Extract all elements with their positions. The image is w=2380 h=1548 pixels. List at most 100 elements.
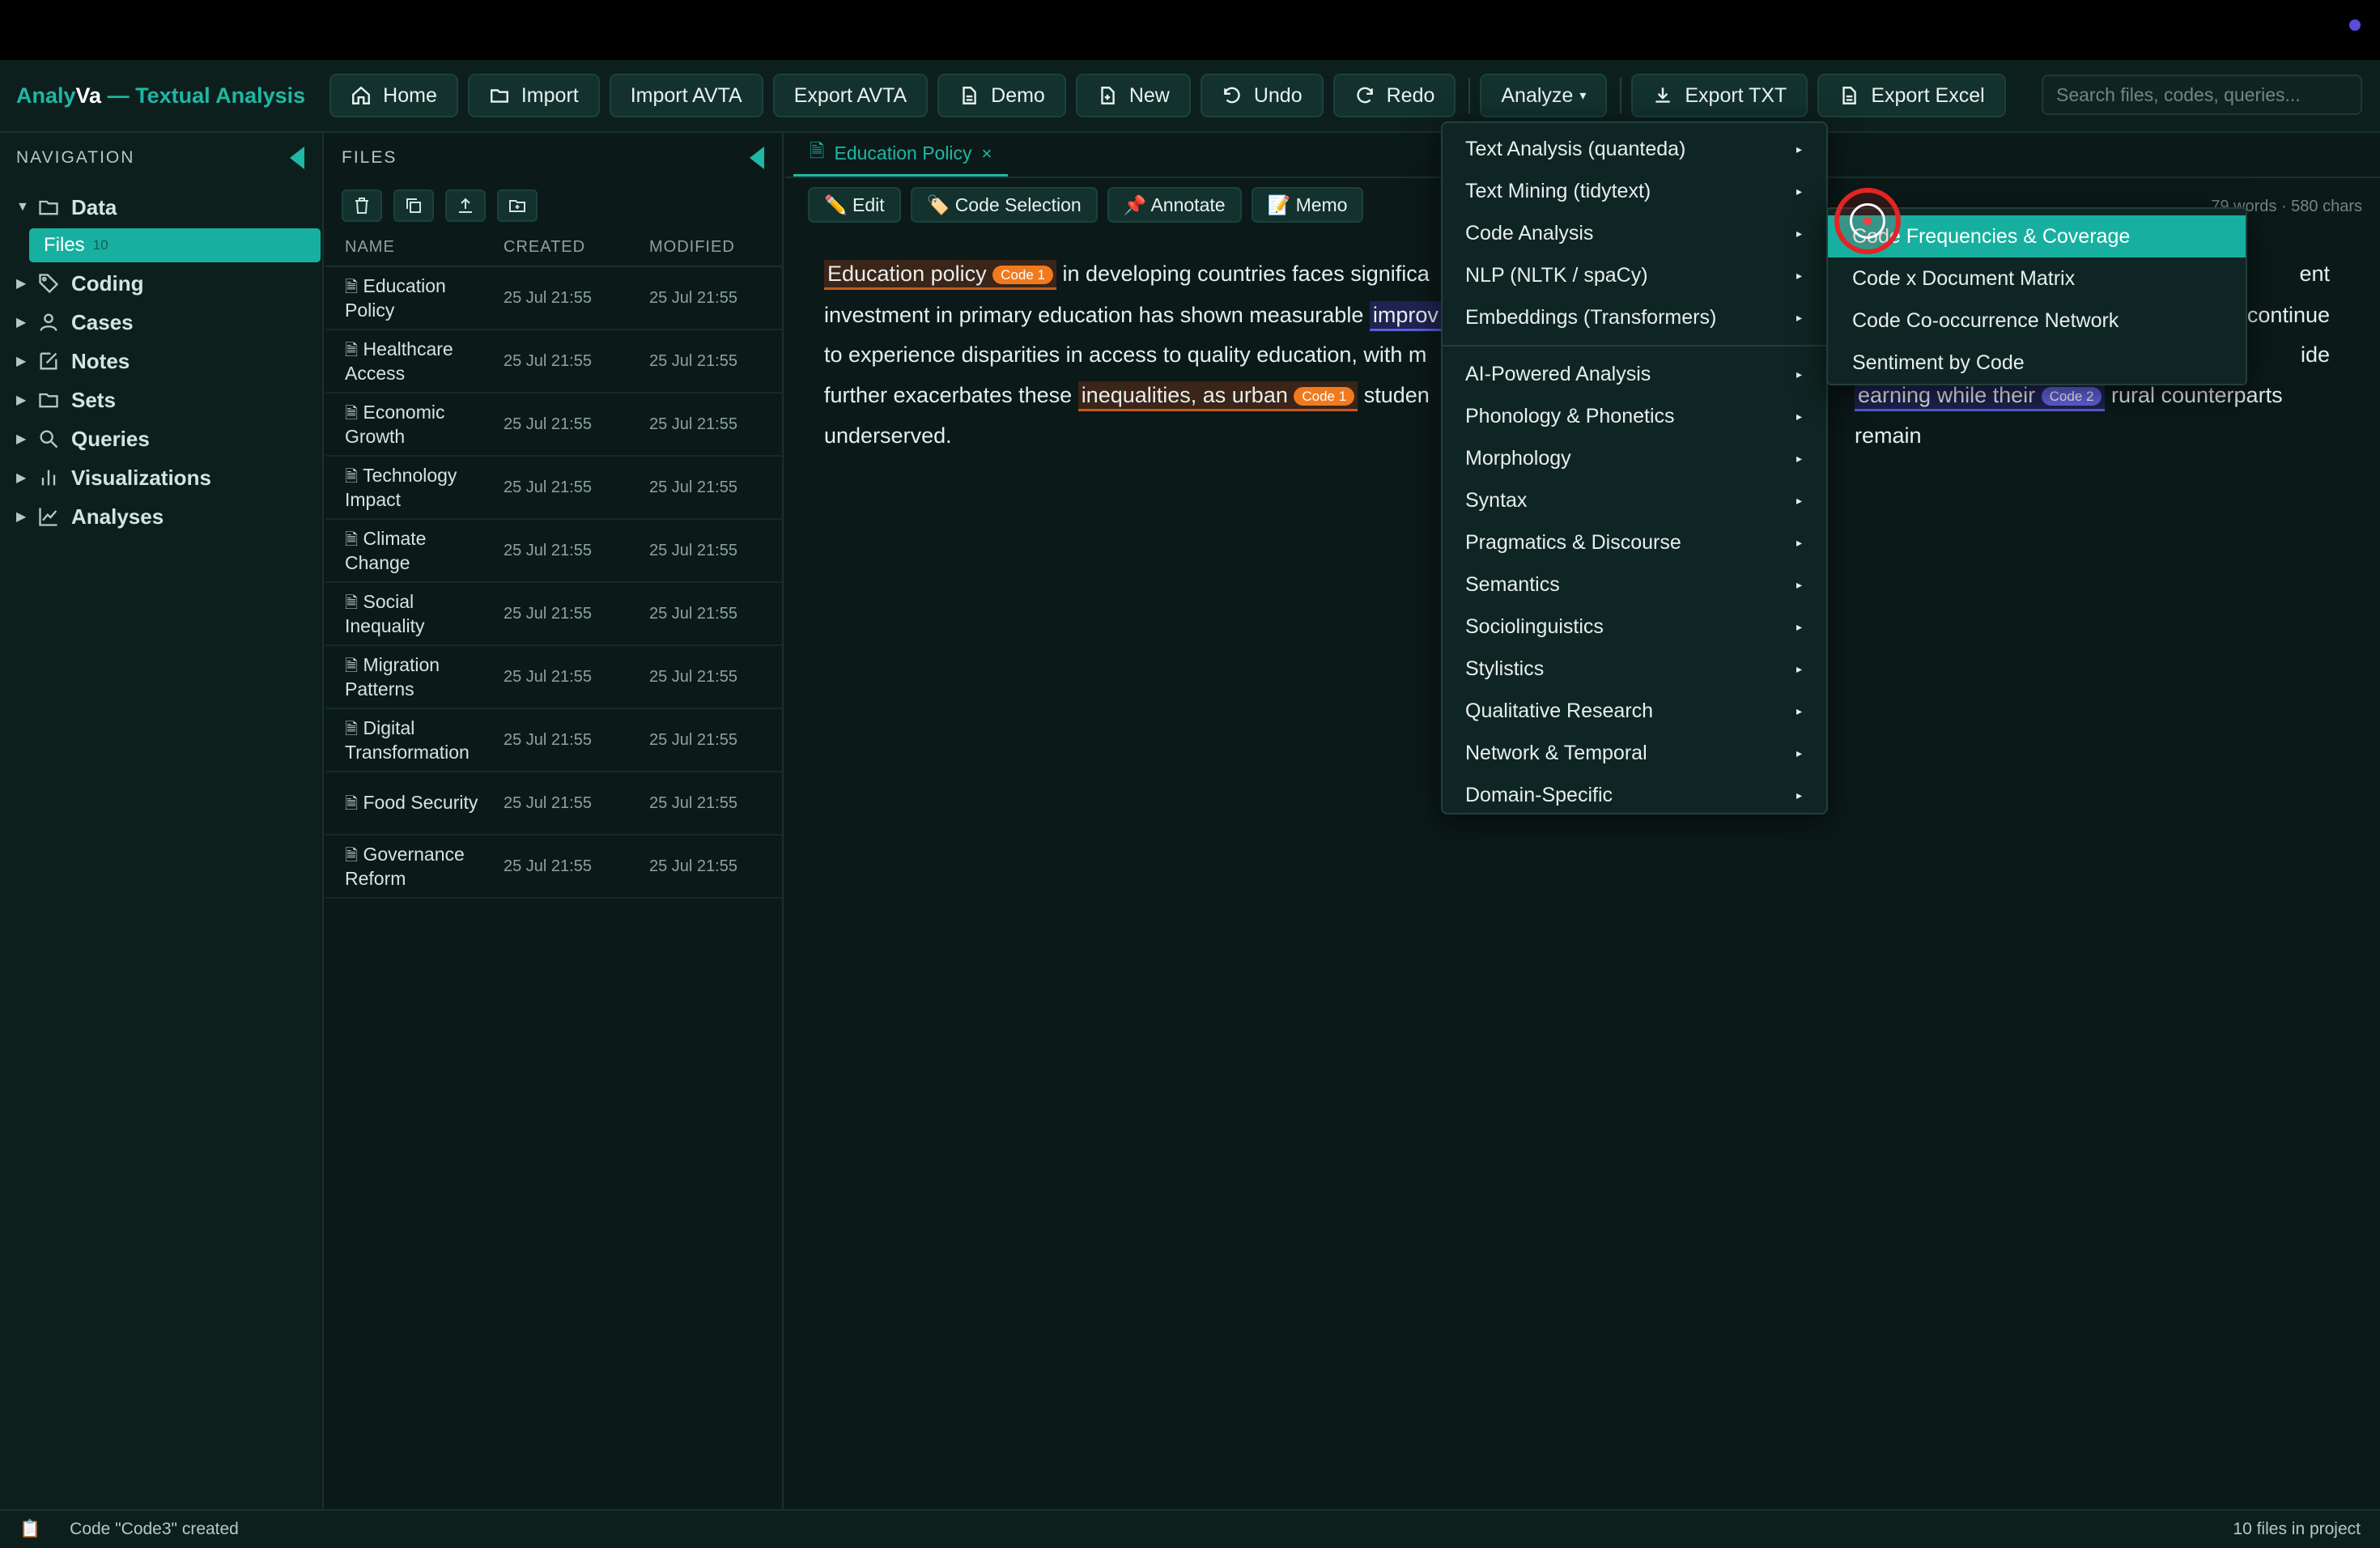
nav-item-notes[interactable]: ▶ Notes [0, 342, 322, 381]
submenu-arrow-icon: ▸ [1796, 226, 1802, 240]
submenu-item-sentiment-by-code[interactable]: Sentiment by Code [1828, 342, 2246, 384]
menu-item[interactable]: Phonology & Phonetics ▸ [1443, 395, 1826, 437]
file-count-status: 10 files in project [2233, 1520, 2361, 1538]
submenu-arrow-icon: ▸ [1796, 142, 1802, 155]
files-panel: FILES NAME CREATED MODIFIED 🗎 Education … [325, 133, 784, 1509]
menu-item[interactable]: Syntax ▸ [1443, 479, 1826, 521]
memo-button[interactable]: 📝 Memo [1251, 187, 1364, 223]
menu-item[interactable]: NLP (NLTK / spaCy) ▸ [1443, 254, 1826, 296]
coded-segment[interactable]: inequalities, as urban Code 1 [1077, 381, 1358, 411]
menu-item[interactable]: Sociolinguistics ▸ [1443, 606, 1826, 648]
nav-item-data[interactable]: ▼ Data [0, 188, 322, 227]
demo-button[interactable]: Demo [937, 74, 1066, 117]
table-row[interactable]: 🗎 Education Policy 25 Jul 21:55 25 Jul 21:… [325, 267, 782, 330]
table-row[interactable]: 🗎 Healthcare Access 25 Jul 21:55 25 Jul 21… [325, 330, 782, 393]
menu-item[interactable]: Domain-Specific ▸ [1443, 774, 1826, 816]
collapsed-arrow-icon[interactable]: ▶ [16, 353, 37, 369]
search-input[interactable]: Search files, codes, queries... [2042, 74, 2362, 115]
collapse-left-icon[interactable] [750, 147, 764, 169]
delete-file-button[interactable] [342, 189, 382, 222]
edit-button[interactable]: ✏️ Edit [808, 187, 901, 223]
nav-item-visualizations[interactable]: ▶ Visualizations [0, 458, 322, 497]
caret-down-icon: ▾ [1579, 89, 1587, 103]
table-row[interactable]: 🗎 Economic Growth 25 Jul 21:55 25 Jul 21:5… [325, 393, 782, 457]
menu-item[interactable]: Semantics ▸ [1443, 563, 1826, 606]
menu-item[interactable]: Network & Temporal ▸ [1443, 732, 1826, 774]
menu-item[interactable]: Pragmatics & Discourse ▸ [1443, 521, 1826, 563]
column-created-header[interactable]: CREATED [484, 238, 630, 257]
coded-segment[interactable]: improv [1369, 300, 1442, 331]
code-selection-button[interactable]: 🏷️ Code Selection [910, 187, 1098, 223]
collapsed-arrow-icon[interactable]: ▶ [16, 392, 37, 408]
annotate-button[interactable]: 📌 Annotate [1107, 187, 1242, 223]
undo-button[interactable]: Undo [1200, 74, 1324, 117]
line-chart-icon [39, 508, 57, 526]
submenu-item-code-document-matrix[interactable]: Code x Document Matrix [1828, 257, 2246, 300]
status-message: Code "Code3" created [70, 1520, 239, 1538]
submenu-arrow-icon: ▸ [1796, 493, 1802, 507]
duplicate-file-button[interactable] [393, 189, 434, 222]
collapsed-arrow-icon[interactable]: ▶ [16, 314, 37, 330]
submenu-arrow-icon: ▸ [1796, 535, 1802, 549]
export-txt-button[interactable]: Export TXT [1631, 74, 1808, 117]
menu-item[interactable]: Qualitative Research ▸ [1443, 690, 1826, 732]
menu-item[interactable]: AI-Powered Analysis ▸ [1443, 353, 1826, 395]
folder-icon [490, 89, 508, 103]
export-excel-button[interactable]: Export Excel [1817, 74, 2006, 117]
edit-icon [40, 352, 57, 370]
nav-item-files[interactable]: Files 10 [29, 228, 321, 262]
analyze-dropdown-button[interactable]: Analyze ▾ [1480, 74, 1608, 117]
menu-item[interactable]: Text Mining (tidytext) ▸ [1443, 170, 1826, 212]
nav-item-coding[interactable]: ▶ Coding [0, 264, 322, 303]
collapsed-arrow-icon[interactable]: ▶ [16, 470, 37, 486]
menu-item[interactable]: Embeddings (Transformers) ▸ [1443, 296, 1826, 338]
import-button[interactable]: Import [467, 74, 600, 117]
redo-icon [1356, 87, 1373, 104]
redo-button[interactable]: Redo [1332, 74, 1456, 117]
nav-item-queries[interactable]: ▶ Queries [0, 419, 322, 458]
menu-item[interactable]: Stylistics ▸ [1443, 648, 1826, 690]
submenu-arrow-icon: ▸ [1796, 310, 1802, 324]
table-row[interactable]: 🗎 Social Inequality 25 Jul 21:55 25 Jul 21… [325, 583, 782, 646]
code-badge[interactable]: Code 1 [1294, 386, 1355, 406]
new-button[interactable]: New [1075, 74, 1191, 117]
submenu-item-code-cooccurrence[interactable]: Code Co-occurrence Network [1828, 300, 2246, 342]
expanded-arrow-icon[interactable]: ▼ [16, 200, 37, 215]
coded-segment[interactable]: Education policy Code 1 [824, 260, 1056, 290]
menu-item[interactable]: Morphology ▸ [1443, 437, 1826, 479]
nav-item-analyses[interactable]: ▶ Analyses [0, 497, 322, 536]
tab-education-policy[interactable]: 🗎 Education Policy × [793, 133, 1009, 176]
document-icon: 🗎 [345, 405, 359, 423]
document-icon: 🗎 [345, 657, 359, 675]
home-button[interactable]: Home [329, 74, 458, 117]
submenu-arrow-icon: ▸ [1796, 184, 1802, 198]
new-folder-button[interactable] [497, 189, 538, 222]
upload-file-button[interactable] [445, 189, 486, 222]
code-badge[interactable]: Code 2 [2041, 386, 2102, 406]
coded-segment[interactable]: earning while their Code 2 [1855, 381, 2106, 411]
column-name-header[interactable]: NAME [325, 238, 484, 257]
nav-item-cases[interactable]: ▶ Cases [0, 303, 322, 342]
import-avta-button[interactable]: Import AVTA [609, 74, 763, 117]
document-icon: 🗎 [345, 795, 359, 813]
table-row[interactable]: 🗎 Digital Transformation 25 Jul 21:55 25 J… [325, 709, 782, 772]
submenu-arrow-icon: ▸ [1796, 409, 1802, 423]
collapsed-arrow-icon[interactable]: ▶ [16, 508, 37, 525]
submenu-arrow-icon: ▸ [1796, 746, 1802, 759]
export-avta-button[interactable]: Export AVTA [772, 74, 929, 117]
table-row[interactable]: 🗎 Governance Reform 25 Jul 21:55 25 Jul 21… [325, 836, 782, 899]
close-icon[interactable]: × [982, 143, 992, 164]
table-row[interactable]: 🗎 Migration Patterns 25 Jul 21:55 25 Jul 2… [325, 646, 782, 709]
nav-item-sets[interactable]: ▶ Sets [0, 381, 322, 419]
menu-item[interactable]: Code Analysis ▸ [1443, 212, 1826, 254]
table-row[interactable]: 🗎 Climate Change 25 Jul 21:55 25 Jul 21:55 [325, 520, 782, 583]
files-table-header: NAME CREATED MODIFIED [325, 228, 782, 267]
code-badge[interactable]: Code 1 [992, 266, 1053, 284]
collapse-left-icon[interactable] [290, 147, 304, 169]
table-row[interactable]: 🗎 Food Security 25 Jul 21:55 25 Jul 21:55 [325, 772, 782, 836]
collapsed-arrow-icon[interactable]: ▶ [16, 431, 37, 447]
collapsed-arrow-icon[interactable]: ▶ [16, 275, 37, 291]
column-modified-header[interactable]: MODIFIED [630, 238, 776, 257]
table-row[interactable]: 🗎 Technology Impact 25 Jul 21:55 25 Jul 21… [325, 457, 782, 520]
menu-item[interactable]: Text Analysis (quanteda) ▸ [1443, 128, 1826, 170]
